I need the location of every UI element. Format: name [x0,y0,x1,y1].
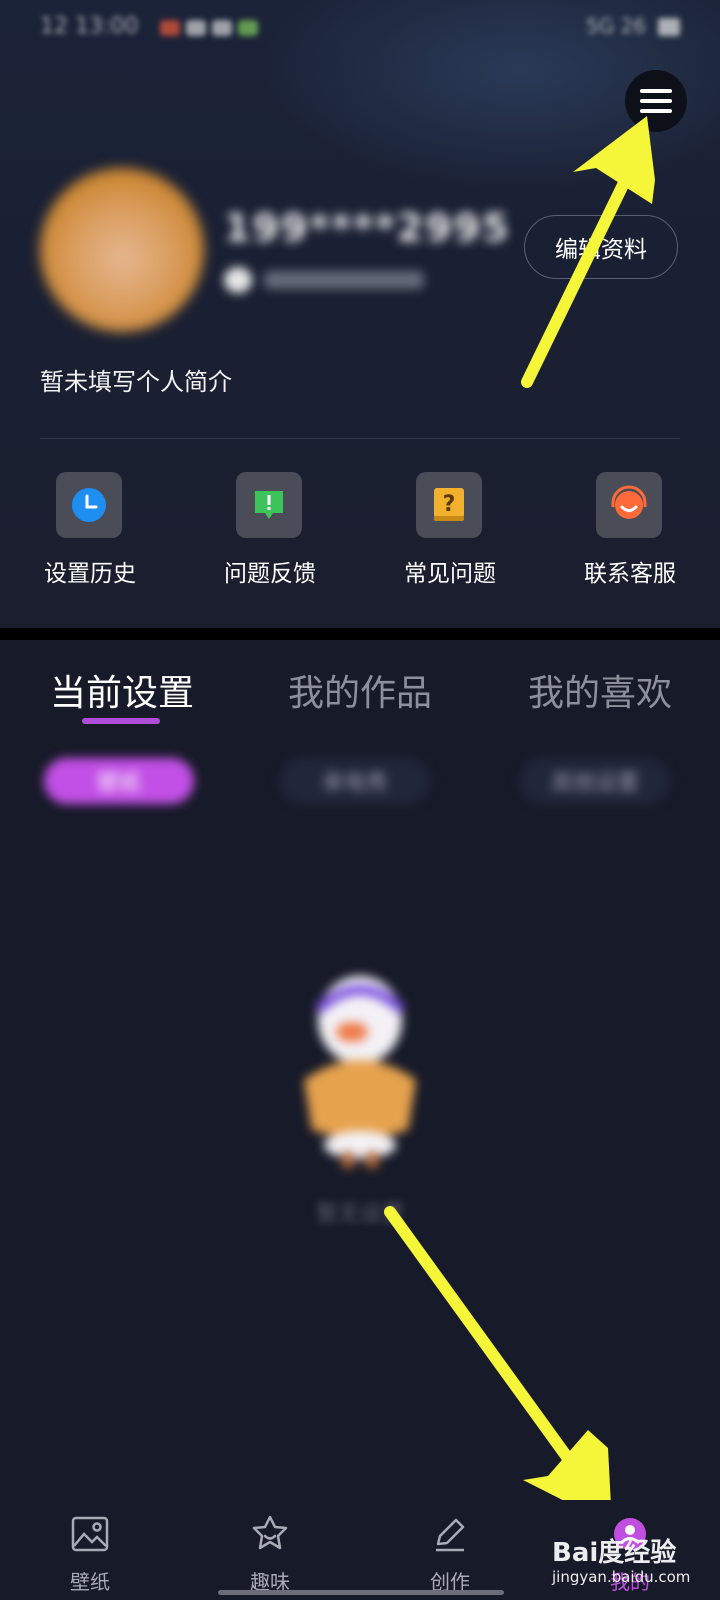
active-tab-indicator [82,718,160,724]
notification-icon [212,20,232,36]
home-indicator[interactable] [218,1590,504,1595]
nav-fun[interactable]: 趣味 [210,1514,330,1594]
quick-action-faq[interactable]: ? 常见问题 [375,470,525,600]
tab-my-likes[interactable]: 我的喜欢 [528,664,672,716]
quick-action-label: 常见问题 [404,561,496,587]
battery-icon [658,18,680,36]
watermark-url: jingyan.baidu.com [552,1568,691,1586]
empty-state-text: 暂无设置 [315,1202,404,1227]
quick-action-label: 问题反馈 [224,561,316,587]
fun-star-icon [252,1515,288,1550]
avatar[interactable] [40,168,204,332]
signal-status: 5G 26 [585,14,646,38]
user-level-badge [224,265,424,295]
question-book-icon: ? [416,472,482,538]
pen-icon [436,1518,465,1552]
nav-label: 壁纸 [70,1570,110,1594]
arrow-to-my-tab-icon [384,1206,612,1525]
notification-icon [186,20,206,36]
filter-chips: 壁纸 来电秀 其他设置 [0,758,720,812]
chip-wallpaper[interactable]: 壁纸 [44,758,194,804]
status-bar: 12 13:00 5G 26 [40,12,680,42]
svg-text:?: ? [443,492,456,517]
tab-current-settings[interactable]: 当前设置 [50,664,194,716]
menu-button[interactable] [625,70,687,132]
edit-profile-button[interactable]: 编辑资料 [524,215,678,279]
profile-bio[interactable]: 暂未填写个人简介 [40,362,232,397]
hamburger-menu-icon [640,89,672,113]
nav-create[interactable]: 创作 [390,1514,510,1594]
quick-action-label: 联系客服 [584,561,676,587]
watermark: Bai度经验 jingyan.baidu.com [552,1532,720,1594]
notification-icon [160,20,180,36]
chip-ringtone[interactable]: 来电秀 [280,758,430,804]
watermark-brand: Bai度经验 [552,1538,677,1568]
divider [40,438,680,439]
nav-wallpaper[interactable]: 壁纸 [30,1514,150,1594]
wallpaper-icon [71,1516,109,1552]
quick-action-customer-service[interactable]: 联系客服 [555,470,705,600]
status-time: 12 13:00 [40,14,139,39]
username: 199****2995 [224,206,511,250]
headset-icon [596,472,662,538]
quick-action-label: 设置历史 [44,561,136,587]
chip-other[interactable]: 其他设置 [520,758,670,804]
tab-my-works[interactable]: 我的作品 [288,664,432,716]
feedback-icon [236,472,302,538]
notification-icon [238,20,258,36]
section-divider [0,628,720,640]
badge-icon [224,267,252,293]
quick-action-feedback[interactable]: 问题反馈 [195,470,345,600]
quick-action-settings-history[interactable]: 设置历史 [15,470,165,600]
empty-state-illustration [290,960,430,1180]
clock-icon [56,472,122,538]
